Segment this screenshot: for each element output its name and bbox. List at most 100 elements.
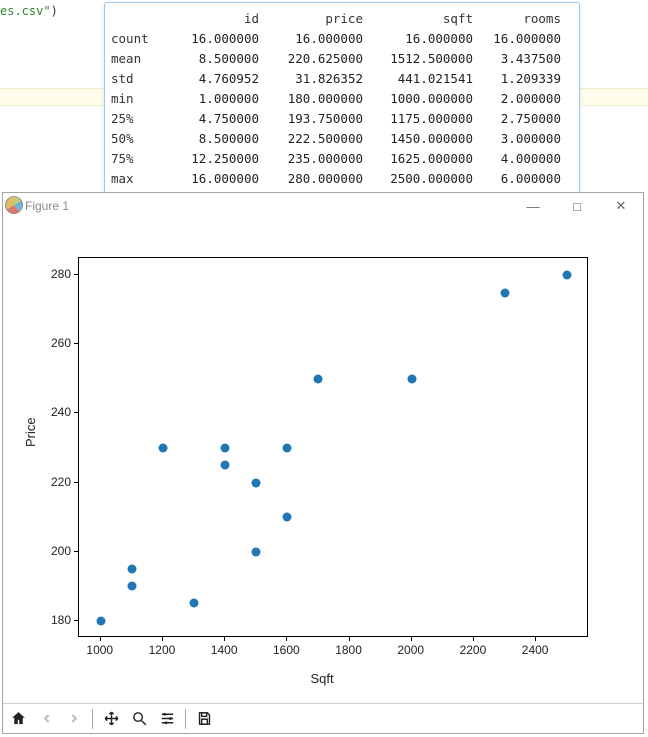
stats-cell: 1625.000000 xyxy=(363,149,473,169)
stats-cell: 1512.500000 xyxy=(363,49,473,69)
arrow-right-icon xyxy=(66,710,83,727)
xtick-mark xyxy=(473,637,474,641)
scatter-point xyxy=(127,564,136,573)
scatter-point xyxy=(96,616,105,625)
stats-row-label: std xyxy=(111,69,169,89)
stats-row: 25%4.750000193.7500001175.0000002.750000 xyxy=(111,109,571,129)
stats-cell: 441.021541 xyxy=(363,69,473,89)
stats-cell: 2.750000 xyxy=(473,109,561,129)
stats-col-id: id xyxy=(169,9,259,29)
stats-cell: 3.437500 xyxy=(473,49,561,69)
ytick-label: 240 xyxy=(51,405,71,419)
xtick-mark xyxy=(224,637,225,641)
stats-cell: 4.760952 xyxy=(169,69,259,89)
back-button[interactable] xyxy=(33,706,59,732)
figure-title: Figure 1 xyxy=(25,199,511,213)
scatter-axes xyxy=(78,257,588,637)
xtick-mark xyxy=(162,637,163,641)
close-button[interactable]: ✕ xyxy=(599,193,643,219)
stats-row-label: 75% xyxy=(111,149,169,169)
stats-cell: 1450.000000 xyxy=(363,129,473,149)
zoom-button[interactable] xyxy=(126,706,152,732)
ytick-label: 260 xyxy=(51,336,71,350)
stats-row: std4.76095231.826352441.0215411.209339 xyxy=(111,69,571,89)
stats-cell: 16.000000 xyxy=(169,169,259,189)
stats-cell: 16.000000 xyxy=(473,29,561,49)
ytick-label: 220 xyxy=(51,475,71,489)
stats-cell: 220.625000 xyxy=(259,49,363,69)
code-paren: ) xyxy=(51,4,58,18)
stats-cell: 1000.000000 xyxy=(363,89,473,109)
stats-row-label: 50% xyxy=(111,129,169,149)
scatter-point xyxy=(221,444,230,453)
stats-row-label: mean xyxy=(111,49,169,69)
stats-col-price: price xyxy=(259,9,363,29)
pan-button[interactable] xyxy=(98,706,124,732)
scatter-point xyxy=(563,271,572,280)
stats-cell: 2500.000000 xyxy=(363,169,473,189)
plot-area: Price Sqft 18020022024026028010001200140… xyxy=(3,219,641,703)
scatter-point xyxy=(501,288,510,297)
move-icon xyxy=(103,710,120,727)
stats-cell: 31.826352 xyxy=(259,69,363,89)
stats-cell: 2.000000 xyxy=(473,89,561,109)
xtick-label: 1200 xyxy=(149,643,176,657)
ytick-mark xyxy=(74,412,78,413)
dataframe-describe-panel: id price sqft rooms count16.00000016.000… xyxy=(104,2,580,196)
xtick-label: 1400 xyxy=(211,643,238,657)
configure-button[interactable] xyxy=(154,706,180,732)
stats-row-label: 25% xyxy=(111,109,169,129)
stats-row-label: count xyxy=(111,29,169,49)
stats-cell: 1175.000000 xyxy=(363,109,473,129)
home-icon xyxy=(10,710,27,727)
xtick-mark xyxy=(411,637,412,641)
stats-cell: 280.000000 xyxy=(259,169,363,189)
toolbar-separator xyxy=(92,709,93,729)
stats-cell: 8.500000 xyxy=(169,49,259,69)
zoom-icon xyxy=(131,710,148,727)
stats-cell: 1.000000 xyxy=(169,89,259,109)
stats-cell: 222.500000 xyxy=(259,129,363,149)
save-button[interactable] xyxy=(191,706,217,732)
toolbar-separator xyxy=(185,709,186,729)
stats-cell: 3.000000 xyxy=(473,129,561,149)
stats-row-label: min xyxy=(111,89,169,109)
figure-titlebar[interactable]: Figure 1 — □ ✕ xyxy=(3,193,643,219)
scatter-point xyxy=(314,374,323,383)
matplotlib-icon xyxy=(3,194,25,219)
forward-button[interactable] xyxy=(61,706,87,732)
xtick-mark xyxy=(349,637,350,641)
save-icon xyxy=(196,710,213,727)
stats-cell: 235.000000 xyxy=(259,149,363,169)
scatter-point xyxy=(158,444,167,453)
stats-row: min1.000000180.0000001000.0000002.000000 xyxy=(111,89,571,109)
ytick-mark xyxy=(74,620,78,621)
stats-cell: 4.750000 xyxy=(169,109,259,129)
stats-cell: 16.000000 xyxy=(259,29,363,49)
x-axis-label: Sqft xyxy=(3,671,641,686)
xtick-label: 2000 xyxy=(397,643,424,657)
stats-cell: 6.000000 xyxy=(473,169,561,189)
ytick-label: 180 xyxy=(51,613,71,627)
maximize-button[interactable]: □ xyxy=(555,193,599,219)
home-button[interactable] xyxy=(5,706,31,732)
xtick-label: 2200 xyxy=(460,643,487,657)
stats-row: count16.00000016.00000016.00000016.00000… xyxy=(111,29,571,49)
stats-cell: 193.750000 xyxy=(259,109,363,129)
stats-col-sqft: sqft xyxy=(363,9,473,29)
xtick-label: 1800 xyxy=(335,643,362,657)
arrow-left-icon xyxy=(38,710,55,727)
xtick-label: 1600 xyxy=(273,643,300,657)
scatter-point xyxy=(407,374,416,383)
scatter-point xyxy=(252,478,261,487)
xtick-label: 1000 xyxy=(86,643,113,657)
scatter-point xyxy=(283,444,292,453)
stats-row-label: max xyxy=(111,169,169,189)
code-fragment: es.csv") xyxy=(0,4,58,18)
minimize-button[interactable]: — xyxy=(511,193,555,219)
stats-cell: 12.250000 xyxy=(169,149,259,169)
ytick-mark xyxy=(74,551,78,552)
stats-cell: 180.000000 xyxy=(259,89,363,109)
scatter-point xyxy=(221,461,230,470)
sliders-icon xyxy=(159,710,176,727)
